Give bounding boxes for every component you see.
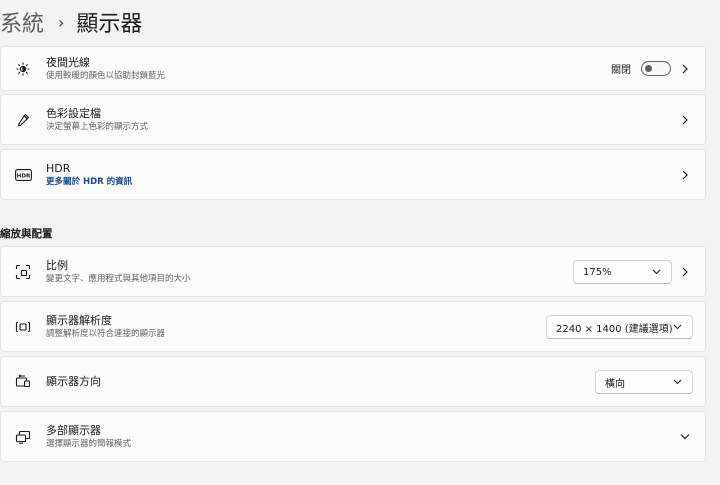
page-title: 顯示器: [76, 12, 143, 37]
toggle-knob: [645, 65, 652, 72]
sun-icon: [14, 60, 32, 78]
scale-card[interactable]: 比例 變更文字、應用程式與其他項目的大小 175%: [0, 246, 706, 297]
chevron-right-icon[interactable]: [679, 266, 691, 278]
hdr-card[interactable]: HDR HDR 更多關於 HDR 的資訊: [0, 149, 706, 200]
color-profile-title: 色彩設定檔: [46, 106, 101, 120]
orientation-dropdown-value: 橫向: [605, 378, 625, 390]
night-light-title: 夜間光線: [46, 55, 90, 69]
hdr-title: HDR: [46, 161, 71, 175]
chevron-down-icon: [652, 267, 662, 277]
resolution-dropdown-value: 2240 × 1400 (建議選項): [556, 323, 673, 335]
multiple-displays-icon: [14, 428, 32, 446]
night-light-subtitle: 使用較暖的顏色以協助封鎖藍光: [46, 70, 166, 81]
scale-icon: [14, 263, 32, 281]
resolution-card[interactable]: 顯示器解析度 調整解析度以符合連接的顯示器 2240 × 1400 (建議選項): [0, 301, 706, 352]
color-profile-subtitle: 決定螢幕上色彩的顯示方式: [46, 121, 149, 132]
scale-title: 比例: [46, 258, 68, 272]
chevron-down-icon[interactable]: [679, 431, 691, 443]
breadcrumb-separator: ›: [58, 12, 65, 32]
multiple-displays-subtitle: 選擇顯示器的簡報模式: [46, 438, 132, 449]
breadcrumb: 系統 › 顯示器: [0, 6, 142, 38]
chevron-down-icon: [673, 322, 683, 332]
resolution-dropdown[interactable]: 2240 × 1400 (建議選項): [546, 315, 693, 339]
resolution-title: 顯示器解析度: [46, 313, 112, 327]
resolution-subtitle: 調整解析度以符合連接的顯示器: [46, 328, 166, 339]
eyedropper-icon: [14, 111, 32, 129]
orientation-icon: [14, 373, 32, 391]
scale-dropdown-value: 175%: [583, 266, 612, 278]
resolution-icon: [14, 318, 32, 336]
multiple-displays-card[interactable]: 多部顯示器 選擇顯示器的簡報模式: [0, 411, 706, 462]
night-light-toggle-label: 關閉: [611, 65, 631, 76]
scale-dropdown[interactable]: 175%: [573, 260, 672, 284]
hdr-info-link[interactable]: 更多關於 HDR 的資訊: [46, 176, 132, 188]
night-light-toggle-group: 關閉: [611, 61, 671, 76]
color-profile-card[interactable]: 色彩設定檔 決定螢幕上色彩的顯示方式: [0, 94, 706, 145]
orientation-title: 顯示器方向: [46, 374, 101, 388]
chevron-down-icon: [673, 377, 683, 387]
hdr-icon: HDR: [14, 166, 32, 184]
svg-text:HDR: HDR: [16, 173, 30, 179]
scale-layout-heading: 縮放與配置: [0, 228, 53, 240]
chevron-right-icon[interactable]: [679, 114, 691, 126]
breadcrumb-system[interactable]: 系統: [0, 6, 44, 38]
chevron-right-icon[interactable]: [679, 63, 691, 75]
chevron-right-icon[interactable]: [679, 169, 691, 181]
night-light-toggle[interactable]: [641, 61, 671, 76]
night-light-card[interactable]: 夜間光線 使用較暖的顏色以協助封鎖藍光 關閉: [0, 46, 706, 91]
scale-subtitle: 變更文字、應用程式與其他項目的大小: [46, 273, 191, 284]
multiple-displays-title: 多部顯示器: [46, 423, 101, 437]
display-settings-page: 系統 › 顯示器 夜間光線 使用較暖的顏色以協助封鎖藍光 關閉 色彩設定檔 決定…: [0, 0, 720, 485]
orientation-card[interactable]: 顯示器方向 橫向: [0, 356, 706, 407]
orientation-dropdown[interactable]: 橫向: [595, 370, 693, 394]
